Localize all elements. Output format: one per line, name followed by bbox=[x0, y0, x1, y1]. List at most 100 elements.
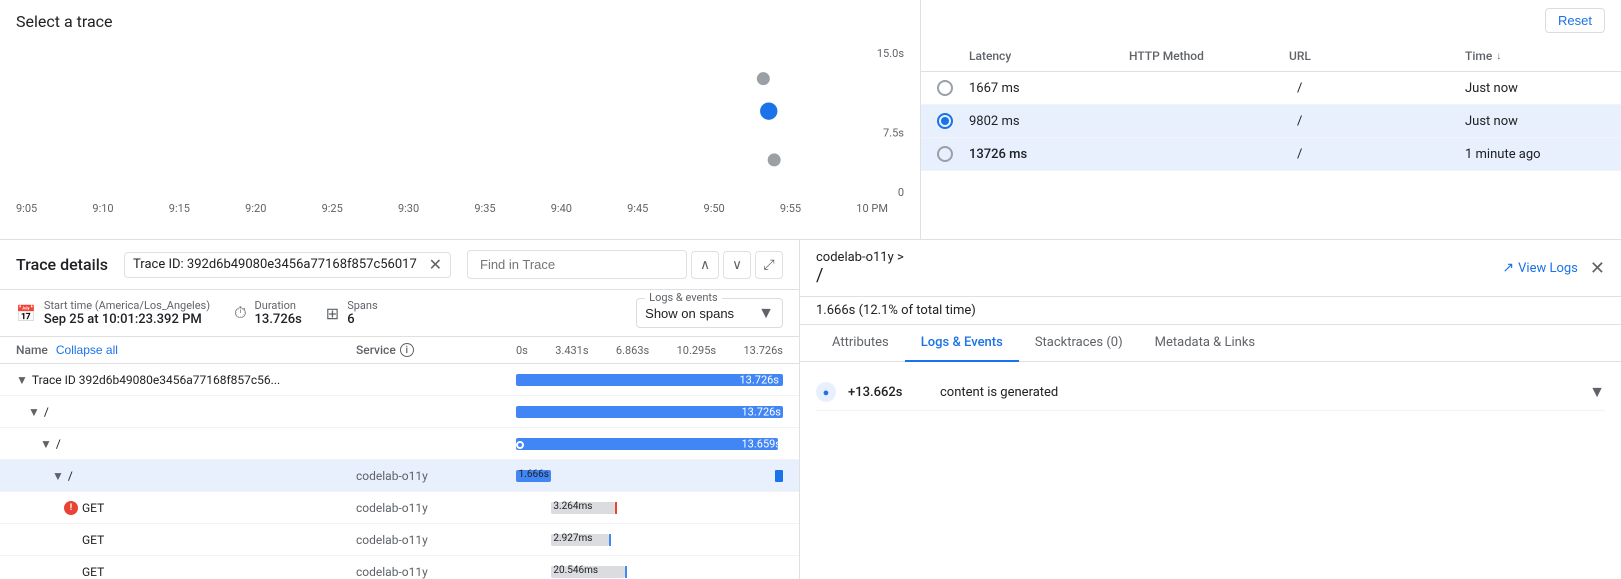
chevron-icon-0: ▼ bbox=[16, 373, 28, 387]
timeline-3: 10.295s bbox=[677, 344, 717, 357]
y-axis-label-2: 7.5s bbox=[883, 127, 904, 140]
row-time-2: 1 minute ago bbox=[1465, 147, 1605, 162]
tab-metadata-links[interactable]: Metadata & Links bbox=[1139, 325, 1271, 362]
trace-row-bar-3: 1.666s bbox=[516, 466, 783, 486]
x-label-3: 9:20 bbox=[245, 202, 266, 215]
y-axis-label-1: 15.0s bbox=[877, 47, 904, 60]
start-time-label: Start time (America/Los_Angeles) bbox=[44, 299, 210, 312]
external-link-icon: ↗ bbox=[1502, 260, 1514, 276]
trace-row-5[interactable]: GET codelab-o11y 2.927ms bbox=[0, 524, 799, 556]
trace-row-service-5: codelab-o11y bbox=[356, 533, 516, 547]
trace-row-2[interactable]: ▼ / 13.659s bbox=[0, 428, 799, 460]
row-time-1: Just now bbox=[1465, 114, 1605, 129]
service-col-label: Service bbox=[356, 343, 396, 357]
detail-header: codelab-o11y > / ↗ View Logs ✕ bbox=[800, 240, 1621, 297]
error-dot-icon-4: ! bbox=[64, 501, 78, 515]
duration-meta: ⏱ Duration 13.726s bbox=[234, 299, 302, 327]
detail-breadcrumb: codelab-o11y > bbox=[816, 250, 904, 265]
table-row[interactable]: 1667 ms / Just now bbox=[921, 72, 1621, 105]
trace-id-box: Trace ID: 392d6b49080e3456a77168f857c560… bbox=[124, 252, 451, 278]
chevron-icon-1: ▼ bbox=[28, 405, 40, 419]
trace-row-1[interactable]: ▼ / 13.726s bbox=[0, 396, 799, 428]
start-time-meta: 📅 Start time (America/Los_Angeles) Sep 2… bbox=[16, 299, 210, 327]
row-radio-1[interactable] bbox=[937, 113, 953, 129]
spans-icon: ⊞ bbox=[326, 304, 339, 323]
find-expand-button[interactable]: ⤢ bbox=[755, 251, 783, 279]
x-label-5: 9:30 bbox=[398, 202, 419, 215]
chevron-icon-3: ▼ bbox=[52, 469, 64, 483]
x-label-11: 10 PM bbox=[856, 202, 888, 215]
trace-row-3[interactable]: ▼ / codelab-o11y 1.666s bbox=[0, 460, 799, 492]
trace-row-name-2: / bbox=[56, 437, 61, 451]
trace-row-bar-6: 20.546ms bbox=[516, 562, 783, 579]
table-row[interactable]: 13726 ms / 1 minute ago bbox=[921, 138, 1621, 171]
dropdown-arrow-icon: ▼ bbox=[758, 303, 774, 323]
detail-span-name: / bbox=[816, 265, 904, 286]
table-row[interactable]: 9802 ms / Just now bbox=[921, 105, 1621, 138]
detail-subtitle: 1.666s (12.1% of total time) bbox=[800, 297, 1621, 325]
event-expand-icon-0[interactable]: ▼ bbox=[1589, 382, 1605, 402]
service-info-icon[interactable]: i bbox=[400, 343, 414, 357]
row-latency-1: 9802 ms bbox=[969, 114, 1117, 129]
clock-icon: ⏱ bbox=[234, 303, 246, 323]
logs-events-select[interactable]: Show on spans bbox=[645, 306, 754, 321]
trace-row-service-6: codelab-o11y bbox=[356, 565, 516, 579]
col-url: URL bbox=[1289, 49, 1465, 63]
reset-button[interactable]: Reset bbox=[1545, 8, 1605, 33]
detail-panel: codelab-o11y > / ↗ View Logs ✕ 1.666s (1… bbox=[800, 240, 1621, 579]
event-text-0: content is generated bbox=[940, 385, 1577, 400]
start-time-value: Sep 25 at 10:01:23.392 PM bbox=[44, 312, 210, 327]
trace-row-4[interactable]: ! GET codelab-o11y 3.264ms bbox=[0, 492, 799, 524]
trace-col-header: Name Collapse all Service i 0s 3.431s 6.… bbox=[0, 337, 799, 364]
trace-row-name-1: / bbox=[44, 405, 49, 419]
chevron-icon-2: ▼ bbox=[40, 437, 52, 451]
x-label-10: 9:55 bbox=[780, 202, 801, 215]
trace-row-bar-2: 13.659s bbox=[516, 434, 783, 454]
trace-row-name-6: GET bbox=[82, 565, 104, 579]
logs-events-box: Logs & events Show on spans ▼ bbox=[636, 298, 783, 328]
trace-row-6[interactable]: GET codelab-o11y 20.546ms bbox=[0, 556, 799, 579]
tab-stacktraces[interactable]: Stacktraces (0) bbox=[1019, 325, 1139, 362]
tab-logs-events[interactable]: Logs & Events bbox=[905, 325, 1019, 362]
trace-row-name-5: GET bbox=[82, 533, 104, 547]
x-label-6: 9:35 bbox=[474, 202, 495, 215]
row-latency-2: 13726 ms bbox=[969, 147, 1117, 162]
trace-row-name-4: GET bbox=[82, 501, 104, 515]
close-detail-icon[interactable]: ✕ bbox=[1590, 258, 1605, 279]
detail-tabs: Attributes Logs & Events Stacktraces (0)… bbox=[800, 325, 1621, 362]
row-radio-0[interactable] bbox=[937, 80, 953, 96]
event-icon-0: ● bbox=[816, 382, 836, 402]
find-next-button[interactable]: ∨ bbox=[723, 251, 751, 279]
row-radio-2[interactable] bbox=[937, 146, 953, 162]
row-url-1: / bbox=[1297, 114, 1465, 129]
event-time-0: +13.662s bbox=[848, 385, 928, 400]
spans-meta: ⊞ Spans 6 bbox=[326, 299, 378, 327]
timeline-0: 0s bbox=[516, 344, 528, 357]
x-label-8: 9:45 bbox=[627, 202, 648, 215]
trace-row-0[interactable]: ▼ Trace ID 392d6b49080e3456a77168f857c56… bbox=[0, 364, 799, 396]
find-in-trace-input[interactable] bbox=[467, 250, 687, 279]
col-latency: Latency bbox=[969, 49, 1129, 63]
x-label-7: 9:40 bbox=[551, 202, 572, 215]
trace-row-bar-4: 3.264ms bbox=[516, 498, 783, 518]
trace-row-bar-1: 13.726s bbox=[516, 402, 783, 422]
x-label-2: 9:15 bbox=[169, 202, 190, 215]
tab-attributes[interactable]: Attributes bbox=[816, 325, 905, 362]
x-label-0: 9:05 bbox=[16, 202, 37, 215]
col-time: Time ↓ bbox=[1465, 49, 1605, 63]
event-row-0: ● +13.662s content is generated ▼ bbox=[816, 374, 1605, 411]
find-in-trace-container: ∧ ∨ ⤢ bbox=[467, 250, 783, 279]
x-label-4: 9:25 bbox=[322, 202, 343, 215]
trace-row-bar-5: 2.927ms bbox=[516, 530, 783, 550]
duration-value: 13.726s bbox=[255, 312, 302, 327]
trace-row-service-4: codelab-o11y bbox=[356, 501, 516, 515]
spans-label: Spans bbox=[347, 299, 377, 312]
spans-value: 6 bbox=[347, 312, 377, 327]
calendar-icon: 📅 bbox=[16, 304, 36, 323]
view-logs-link[interactable]: ↗ View Logs bbox=[1502, 260, 1578, 276]
duration-label: Duration bbox=[255, 299, 302, 312]
page-title: Select a trace bbox=[16, 12, 904, 31]
close-trace-id-icon[interactable]: ✕ bbox=[429, 257, 442, 273]
find-prev-button[interactable]: ∧ bbox=[691, 251, 719, 279]
collapse-all-button[interactable]: Collapse all bbox=[56, 343, 118, 357]
